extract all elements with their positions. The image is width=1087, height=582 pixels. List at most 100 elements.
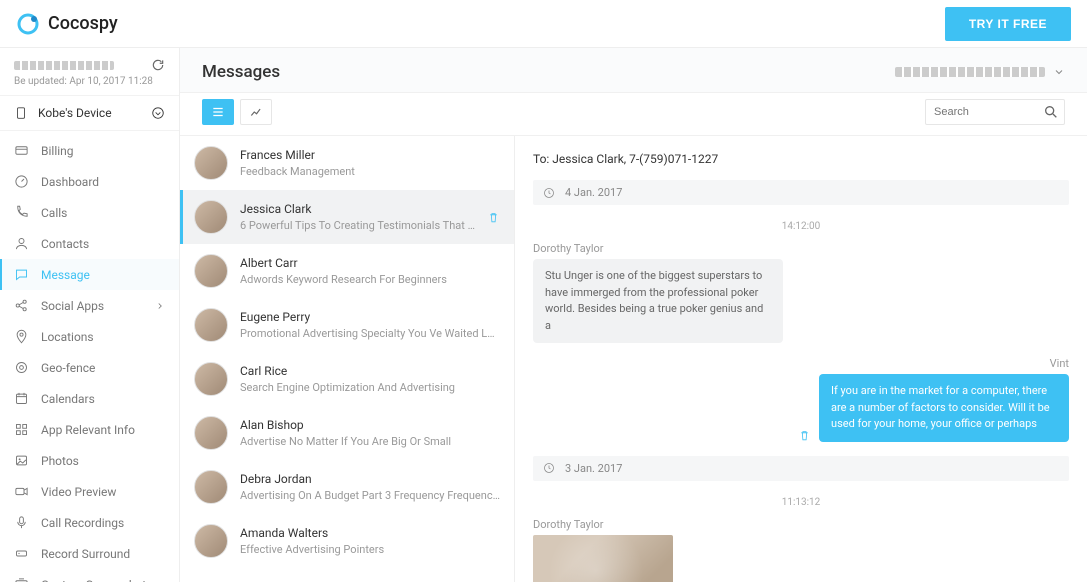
video-icon bbox=[14, 484, 29, 499]
sidebar-item-label: Contacts bbox=[41, 237, 89, 251]
chevron-down-icon bbox=[1053, 66, 1065, 78]
capture-icon bbox=[14, 577, 29, 582]
avatar bbox=[194, 308, 228, 342]
clock-icon bbox=[543, 462, 555, 474]
message-image[interactable] bbox=[533, 535, 673, 582]
sidebar-item-geo-fence[interactable]: Geo-fence bbox=[0, 352, 179, 383]
contact-name: Jessica Clark bbox=[240, 202, 475, 216]
sidebar-item-label: Record Surround bbox=[41, 547, 130, 561]
avatar bbox=[194, 200, 228, 234]
share-icon bbox=[14, 298, 29, 313]
message-row bbox=[533, 535, 1069, 582]
user-icon bbox=[14, 236, 29, 251]
contact-preview: Advertising On A Budget Part 3 Frequency… bbox=[240, 489, 500, 502]
card-icon bbox=[14, 143, 29, 158]
contact-item[interactable]: Alan BishopAdvertise No Matter If You Ar… bbox=[180, 406, 514, 460]
trash-icon[interactable] bbox=[798, 429, 811, 442]
sidebar-item-capture-screenshots[interactable]: Capture Screenshots bbox=[0, 569, 179, 582]
message-thread: To: Jessica Clark, 7-(759)071-1227 4 Jan… bbox=[515, 136, 1087, 582]
view-chart-button[interactable] bbox=[240, 99, 272, 125]
rec-icon bbox=[14, 546, 29, 561]
avatar bbox=[194, 362, 228, 396]
search-icon[interactable] bbox=[1043, 104, 1059, 120]
contact-item[interactable]: Eugene PerryPromotional Advertising Spec… bbox=[180, 298, 514, 352]
target-icon bbox=[14, 360, 29, 375]
message-time: 11:13:12 bbox=[533, 491, 1069, 518]
sidebar-item-social-apps[interactable]: Social Apps bbox=[0, 290, 179, 321]
contact-item[interactable]: Frances Miller Feedback Management bbox=[180, 136, 514, 190]
sidebar-item-app-relevant-info[interactable]: App Relevant Info bbox=[0, 414, 179, 445]
sidebar: Be updated: Apr 10, 2017 11:28 Kobe's De… bbox=[0, 48, 180, 582]
contact-info: Frances Miller Feedback Management bbox=[240, 148, 500, 178]
calendar-icon bbox=[14, 391, 29, 406]
try-free-button[interactable]: TRY IT FREE bbox=[945, 7, 1071, 41]
contact-info: Eugene PerryPromotional Advertising Spec… bbox=[240, 310, 500, 340]
sidebar-item-video-preview[interactable]: Video Preview bbox=[0, 476, 179, 507]
contact-name: Alan Bishop bbox=[240, 418, 500, 432]
sidebar-item-contacts[interactable]: Contacts bbox=[0, 228, 179, 259]
avatar bbox=[194, 416, 228, 450]
date-separator: 4 Jan. 2017 bbox=[533, 180, 1069, 205]
topbar: Cocospy TRY IT FREE bbox=[0, 0, 1087, 48]
contact-info: Debra Jordan Advertising On A Budget Part… bbox=[240, 472, 500, 502]
grid-icon bbox=[14, 422, 29, 437]
sidebar-item-calls[interactable]: Calls bbox=[0, 197, 179, 228]
contact-list: Frances Miller Feedback Management Jessica… bbox=[180, 136, 515, 582]
date-label: 3 Jan. 2017 bbox=[565, 462, 622, 475]
content: Messages France bbox=[180, 48, 1087, 582]
date-label: 4 Jan. 2017 bbox=[565, 186, 622, 199]
device-icon bbox=[14, 106, 28, 120]
sidebar-item-label: Calendars bbox=[41, 392, 95, 406]
sidebar-item-label: Call Recordings bbox=[41, 516, 124, 530]
device-selector[interactable]: Kobe's Device bbox=[0, 96, 179, 131]
contact-name: Amanda Walters bbox=[240, 526, 500, 540]
trash-icon[interactable] bbox=[487, 211, 500, 224]
sidebar-item-label: Capture Screenshots bbox=[41, 578, 152, 582]
sidebar-item-label: Video Preview bbox=[41, 485, 116, 499]
sidebar-item-calendars[interactable]: Calendars bbox=[0, 383, 179, 414]
refresh-icon[interactable] bbox=[151, 58, 165, 72]
contact-name: Debra Jordan bbox=[240, 472, 500, 486]
contact-preview: Feedback Management bbox=[240, 165, 500, 178]
message-sender: Dorothy Taylor bbox=[533, 242, 1069, 255]
contact-item[interactable]: Carl RiceSearch Engine Optimization And … bbox=[180, 352, 514, 406]
contact-name: Frances Miller bbox=[240, 148, 500, 162]
contact-item[interactable]: Debra Jordan Advertising On A Budget Part… bbox=[180, 460, 514, 514]
avatar bbox=[194, 146, 228, 180]
chevron-right-icon bbox=[155, 301, 165, 311]
clock-icon bbox=[543, 187, 555, 199]
chevron-circle-icon bbox=[151, 106, 165, 120]
brand-name: Cocospy bbox=[48, 13, 118, 34]
contact-name: Carl Rice bbox=[240, 364, 500, 378]
sidebar-item-message[interactable]: Message bbox=[0, 259, 179, 290]
contact-item[interactable]: Amanda WaltersEffective Advertising Poin… bbox=[180, 514, 514, 568]
contact-item[interactable]: Jessica Clark6 Powerful Tips To Creating… bbox=[180, 190, 514, 244]
sidebar-item-label: Dashboard bbox=[41, 175, 99, 189]
sidebar-item-locations[interactable]: Locations bbox=[0, 321, 179, 352]
chat-icon bbox=[14, 267, 29, 282]
sidebar-item-billing[interactable]: Billing bbox=[0, 135, 179, 166]
account-redacted bbox=[14, 61, 114, 70]
message-row: If you are in the market for a computer,… bbox=[533, 374, 1069, 442]
thread-recipient: To: Jessica Clark, 7-(759)071-1227 bbox=[533, 146, 1069, 180]
brand-logo[interactable]: Cocospy bbox=[16, 12, 118, 36]
contact-info: Albert CarrAdwords Keyword Research For … bbox=[240, 256, 500, 286]
view-list-button[interactable] bbox=[202, 99, 234, 125]
search-wrap bbox=[925, 99, 1065, 125]
sidebar-item-dashboard[interactable]: Dashboard bbox=[0, 166, 179, 197]
contact-item[interactable]: Albert CarrAdwords Keyword Research For … bbox=[180, 244, 514, 298]
contact-info: Alan BishopAdvertise No Matter If You Ar… bbox=[240, 418, 500, 448]
sidebar-item-call-recordings[interactable]: Call Recordings bbox=[0, 507, 179, 538]
account-menu[interactable] bbox=[895, 66, 1065, 78]
avatar bbox=[194, 524, 228, 558]
content-header: Messages bbox=[180, 48, 1087, 92]
logo-icon bbox=[16, 12, 40, 36]
last-updated: Be updated: Apr 10, 2017 11:28 bbox=[14, 76, 165, 87]
sidebar-item-label: Billing bbox=[41, 144, 74, 158]
sidebar-item-photos[interactable]: Photos bbox=[0, 445, 179, 476]
sidebar-nav: Billing Dashboard Calls Contacts MessageSoci… bbox=[0, 131, 179, 582]
gauge-icon bbox=[14, 174, 29, 189]
mic-icon bbox=[14, 515, 29, 530]
contact-preview: Promotional Advertising Specialty You Ve… bbox=[240, 327, 500, 340]
sidebar-item-record-surround[interactable]: Record Surround bbox=[0, 538, 179, 569]
